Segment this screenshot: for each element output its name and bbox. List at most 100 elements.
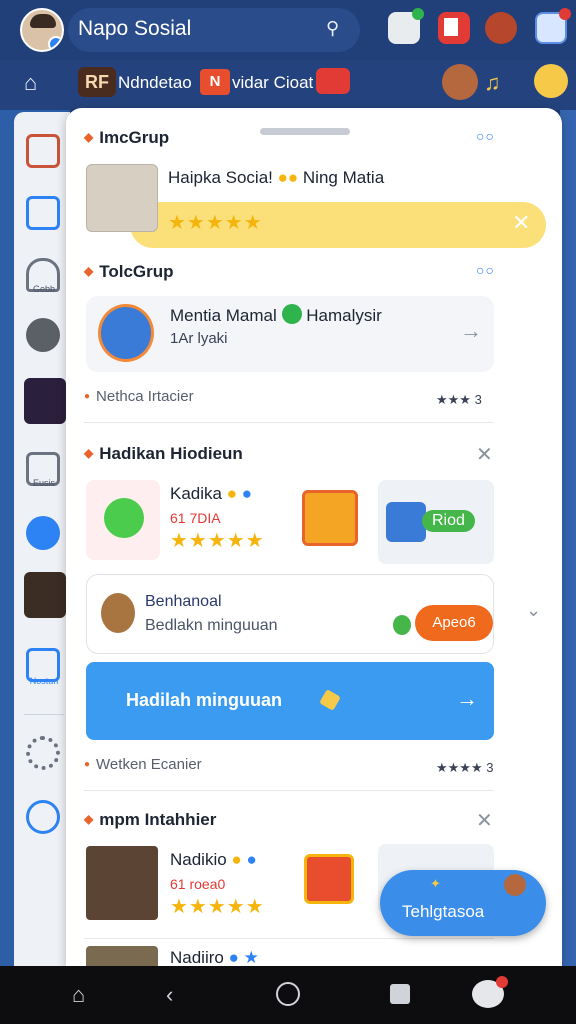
reward-tag-card[interactable]: Riod [378, 480, 494, 564]
next-user-photo [86, 946, 158, 968]
user-avatar-icon[interactable] [442, 64, 478, 100]
reward-card-title: Kadika ● ● [170, 484, 252, 504]
ticket-icon [319, 689, 341, 711]
nav-home-icon[interactable]: ⌂ [72, 982, 85, 1008]
close-icon-2[interactable]: ✕ [476, 808, 493, 833]
background-right [560, 110, 576, 970]
chat-icon[interactable] [388, 8, 424, 44]
floating-action-button[interactable]: ✦ Tehlgtasoa [380, 870, 546, 936]
nav-back-icon[interactable]: ‹ [166, 982, 173, 1008]
more-options-icon-2[interactable]: ○○ [476, 262, 495, 278]
signal-icon[interactable] [316, 68, 350, 94]
friend-card-title-text: Nadikio [170, 850, 227, 869]
mini-avatar-icon [504, 874, 526, 896]
sidebar-divider [24, 714, 64, 715]
music-icon[interactable]: ♫ [484, 70, 501, 96]
section-title-2-text: TolcGrup [99, 262, 174, 281]
blue-gift-icon [386, 502, 426, 542]
arrow-right-icon[interactable]: → [460, 318, 482, 344]
close-icon[interactable]: ✕ [476, 442, 493, 467]
reward-card-stars: ★★★★★ [170, 530, 265, 552]
sidebar: Gebb Eusis Nostun [14, 112, 70, 968]
check-badge-icon [281, 304, 302, 324]
coin-icon: ●● [277, 168, 299, 187]
dismiss-icon[interactable]: ✕ [512, 210, 530, 236]
secbar-label-1: Ndndetao [118, 73, 192, 92]
reward-game-icon [86, 480, 160, 560]
red-chip[interactable]: N [200, 69, 230, 95]
leaf-icon [393, 615, 411, 635]
divider-2 [84, 790, 494, 791]
more-options-icon[interactable]: ○○ [476, 128, 495, 144]
meta-row-2-count: ★★★★ 3 [436, 760, 494, 775]
section-title-4-text: mpm Intahhier [99, 810, 217, 829]
coin-icon-3: ● [231, 850, 242, 869]
sidebar-game-thumbnail[interactable] [24, 378, 66, 424]
sidebar-castle-icon[interactable] [26, 134, 60, 168]
group-card[interactable]: Mentia Mamal Hamalysir 1Ar lyaki → [86, 296, 494, 372]
nav-square-icon[interactable] [390, 984, 410, 1004]
group-card-title-b: Hamalysir [306, 306, 382, 325]
home-icon[interactable]: ⌂ [24, 70, 54, 98]
card-1-stars: ★★★★★ [168, 212, 263, 234]
reward-card-title-text: Kadika [170, 484, 222, 503]
nav-badge-icon [496, 976, 508, 988]
notification-icon[interactable] [438, 12, 470, 44]
group-card-title-a: Mentia Mamal [170, 306, 277, 325]
search-icon[interactable]: ⚲ [326, 18, 350, 42]
section-title-2: ◆ TolcGrup [84, 262, 174, 281]
reward-claim-card[interactable]: Benhanoal Bedlakn minguuan Apeo6 [86, 574, 494, 654]
mail-icon[interactable] [535, 8, 571, 44]
arrow-right-icon-2: → [456, 686, 478, 711]
star-blue-icon: ● ★ [228, 948, 259, 967]
rf-chip[interactable]: RF [78, 67, 116, 97]
chevron-down-icon[interactable]: ⌄ [526, 600, 541, 621]
secbar-label-2: vidar Cioat [232, 73, 314, 92]
profile-avatar[interactable] [20, 8, 64, 52]
claim-button[interactable]: Apeo6 [415, 605, 493, 641]
drag-handle[interactable] [260, 128, 350, 135]
help-icon[interactable] [26, 800, 60, 834]
sidebar-label-b: Eusis [32, 478, 55, 488]
group-card-title: Mentia Mamal Hamalysir [170, 304, 382, 326]
group-card-subtitle: 1Ar lyaki [170, 330, 228, 347]
card-1-title-b: Ning Matia [302, 168, 385, 187]
section-title-3: ◆ Hadikan Hiodieun [84, 444, 243, 463]
sidebar-user-thumbnail[interactable] [24, 572, 66, 618]
section-title-1-text: ImcGrup [99, 128, 170, 147]
friend-avatar-icon[interactable] [485, 12, 517, 44]
weekly-reward-button[interactable]: Hadilah minguuan → [86, 662, 494, 740]
nav-circle-icon[interactable] [276, 982, 300, 1006]
next-card-title-text: Nadiiro [170, 948, 224, 967]
friend-card-subtitle: 61 roea0 [170, 876, 226, 892]
divider-3 [84, 938, 494, 939]
sidebar-globe-icon[interactable] [26, 516, 60, 550]
sidebar-label-a: Gebb [32, 284, 56, 294]
gift-box-icon-2[interactable] [304, 854, 354, 904]
teddy-bear-icon [101, 593, 135, 633]
section-title-4: ◆ mpm Intahhier [84, 810, 217, 829]
meta-row-1-label: Nethca Irtacier [96, 388, 194, 405]
divider-1 [84, 422, 494, 423]
emoji-icon[interactable] [534, 64, 568, 98]
section-title-1: ◆ ImcGrup [84, 128, 170, 147]
nav-mascot-icon[interactable] [472, 976, 508, 1008]
next-card-title: Nadiiro ● ★ [170, 948, 259, 968]
verified-badge-icon [48, 36, 62, 50]
sidebar-mascot-icon[interactable] [26, 318, 60, 352]
reward-claim-subtitle: Bedlakn minguuan [145, 617, 278, 634]
card-1-title-a: Haipka Socia! [168, 168, 273, 187]
friend-card-title: Nadikio ● ● [170, 850, 257, 870]
section-title-3-text: Hadikan Hiodieun [99, 444, 243, 463]
gift-box-icon[interactable] [302, 490, 358, 546]
content-panel: ◆ ImcGrup ○○ Haipka Socia! ●● Ning Matia … [66, 108, 562, 968]
friend-card-stars: ★★★★★ [170, 896, 265, 918]
coin-icon-2: ● [226, 484, 237, 503]
sidebar-label-c: Nostun [29, 676, 59, 686]
meta-row-2: ● Wetken Ecanier [84, 756, 202, 773]
meta-row-1: ● Nethca Irtacier [84, 388, 194, 405]
sparkle-icon: ✦ [430, 876, 441, 891]
sidebar-home-icon[interactable] [26, 196, 60, 230]
green-ball-icon [104, 498, 144, 538]
settings-gear-icon[interactable] [26, 736, 60, 770]
